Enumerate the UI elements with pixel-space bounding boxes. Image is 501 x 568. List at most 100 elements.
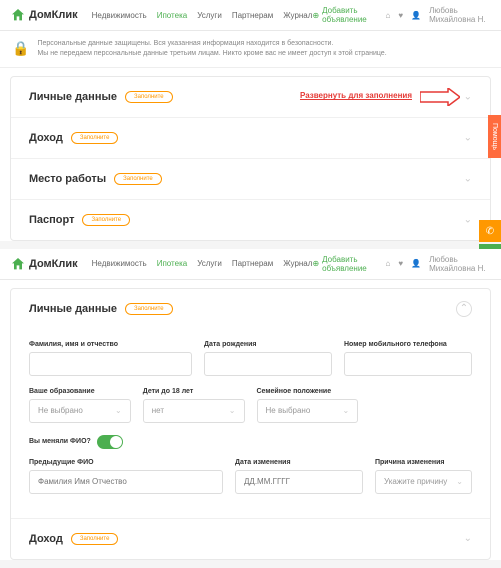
phone-icon[interactable]: ✆ <box>479 220 501 242</box>
logo-text: ДомКлик <box>29 258 78 270</box>
fill-badge: Заполните <box>71 132 119 144</box>
section-title: Место работы <box>29 173 106 185</box>
fill-badge: Заполните <box>114 173 162 185</box>
nav-services[interactable]: Услуги <box>197 259 222 268</box>
header: ДомКлик Недвижимость Ипотека Услуги Парт… <box>0 249 501 280</box>
lock-icon: 🔒 <box>12 40 29 57</box>
header-right: ⊕Добавить объявление ⌂ ♥ 👤 Любовь Михайл… <box>312 6 491 24</box>
input-change-date[interactable] <box>235 470 363 494</box>
fill-badge: Заполните <box>71 533 119 545</box>
field-fio: Фамилия, имя и отчество <box>29 341 192 376</box>
toggle-name-changed[interactable] <box>97 435 123 449</box>
chevron-down-icon: ⌄ <box>464 91 472 102</box>
help-tab[interactable]: Помощь <box>488 115 501 158</box>
field-change-date: Дата изменения <box>235 459 363 494</box>
nav-services[interactable]: Услуги <box>197 11 222 20</box>
label-marital: Семейное положение <box>257 388 359 395</box>
personal-form-card: Личные данные Заполните ⌃ Фамилия, имя и… <box>10 288 491 560</box>
sections-card: Личные данные Заполните Развернуть для з… <box>10 76 491 241</box>
nav-journal[interactable]: Журнал <box>283 259 312 268</box>
select-education[interactable]: Не выбрано⌄ <box>29 399 131 423</box>
nav-partners[interactable]: Партнерам <box>232 259 273 268</box>
section-personal[interactable]: Личные данные Заполните Развернуть для з… <box>11 77 490 118</box>
logo[interactable]: ДомКлик <box>10 256 78 272</box>
section-title: Паспорт <box>29 214 74 226</box>
chevron-down-icon: ⌄ <box>456 477 463 486</box>
nav-mortgage[interactable]: Ипотека <box>157 259 188 268</box>
select-kids[interactable]: нет⌄ <box>143 399 245 423</box>
nav-journal[interactable]: Журнал <box>283 11 312 20</box>
chevron-down-icon: ⌄ <box>343 406 350 415</box>
plus-icon: ⊕ <box>312 259 319 268</box>
chevron-down-icon: ⌄ <box>115 406 122 415</box>
section-title: Доход <box>29 533 63 545</box>
fill-badge: Заполните <box>125 303 173 315</box>
heart-icon[interactable]: ♥ <box>398 259 403 268</box>
main-nav: Недвижимость Ипотека Услуги Партнерам Жу… <box>92 11 313 20</box>
label-change-date: Дата изменения <box>235 459 363 466</box>
add-listing-link[interactable]: ⊕Добавить объявление <box>312 255 377 273</box>
nav-partners[interactable]: Партнерам <box>232 11 273 20</box>
field-reason: Причина изменения Укажите причину⌄ <box>375 459 472 494</box>
chevron-down-icon: ⌄ <box>464 132 472 143</box>
section-work[interactable]: Место работы Заполните ⌄ <box>11 159 490 200</box>
chevron-up-icon[interactable]: ⌃ <box>456 301 472 317</box>
input-phone[interactable] <box>344 352 472 376</box>
section-passport[interactable]: Паспорт Заполните ⌄ <box>11 200 490 240</box>
chevron-down-icon: ⌄ <box>464 173 472 184</box>
name-changed-row: Вы меняли ФИО? <box>29 435 472 449</box>
section-income[interactable]: Доход Заполните ⌄ <box>11 118 490 159</box>
heart-icon[interactable]: ♥ <box>398 11 403 20</box>
header: ДомКлик Недвижимость Ипотека Услуги Парт… <box>0 0 501 31</box>
field-marital: Семейное положение Не выбрано⌄ <box>257 388 359 423</box>
expand-link[interactable]: Развернуть для заполнения <box>300 91 412 101</box>
field-phone: Номер мобильного телефона <box>344 341 472 376</box>
field-education: Ваше образование Не выбрано⌄ <box>29 388 131 423</box>
nav-realty[interactable]: Недвижимость <box>92 259 147 268</box>
section-title: Доход <box>29 132 63 144</box>
fill-badge: Заполните <box>125 91 173 103</box>
label-education: Ваше образование <box>29 388 131 395</box>
section-title: Личные данные <box>29 91 117 103</box>
user-icon[interactable]: 👤 <box>411 11 421 20</box>
plus-icon: ⊕ <box>312 11 319 20</box>
label-name-changed: Вы меняли ФИО? <box>29 438 91 445</box>
logo[interactable]: ДомКлик <box>10 7 78 23</box>
home-icon[interactable]: ⌂ <box>386 259 391 268</box>
section-income[interactable]: Доход Заполните ⌄ <box>11 518 490 559</box>
house-icon <box>10 7 26 23</box>
user-icon[interactable]: 👤 <box>411 259 421 268</box>
user-name[interactable]: Любовь Михайловна Н. <box>429 255 491 273</box>
arrow-annotation-icon <box>420 88 460 106</box>
input-prev-fio[interactable] <box>29 470 223 494</box>
label-fio: Фамилия, имя и отчество <box>29 341 192 348</box>
screen-collapsed: ДомКлик Недвижимость Ипотека Услуги Парт… <box>0 0 501 241</box>
form-header[interactable]: Личные данные Заполните ⌃ <box>11 289 490 329</box>
nav-mortgage[interactable]: Ипотека <box>157 11 188 20</box>
input-fio[interactable] <box>29 352 192 376</box>
label-reason: Причина изменения <box>375 459 472 466</box>
label-prev-fio: Предыдущие ФИО <box>29 459 223 466</box>
chevron-down-icon: ⌄ <box>464 214 472 225</box>
logo-text: ДомКлик <box>29 9 78 21</box>
main-nav: Недвижимость Ипотека Услуги Партнерам Жу… <box>92 259 313 268</box>
field-dob: Дата рождения <box>204 341 332 376</box>
label-phone: Номер мобильного телефона <box>344 341 472 348</box>
field-spacer <box>370 388 472 423</box>
chevron-down-icon: ⌄ <box>229 406 236 415</box>
field-prev-fio: Предыдущие ФИО <box>29 459 223 494</box>
add-listing-link[interactable]: ⊕Добавить объявление <box>312 6 377 24</box>
home-icon[interactable]: ⌂ <box>386 11 391 20</box>
select-reason[interactable]: Укажите причину⌄ <box>375 470 472 494</box>
chevron-down-icon: ⌄ <box>464 533 472 544</box>
field-kids: Дети до 18 лет нет⌄ <box>143 388 245 423</box>
input-dob[interactable] <box>204 352 332 376</box>
select-marital[interactable]: Не выбрано⌄ <box>257 399 359 423</box>
nav-realty[interactable]: Недвижимость <box>92 11 147 20</box>
form-body: Фамилия, имя и отчество Дата рождения Но… <box>11 329 490 518</box>
security-notice: 🔒 Персональные данные защищены. Вся указ… <box>0 31 501 68</box>
screen-expanded: ДомКлик Недвижимость Ипотека Услуги Парт… <box>0 249 501 560</box>
fill-badge: Заполните <box>82 214 130 226</box>
user-name[interactable]: Любовь Михайловна Н. <box>429 6 491 24</box>
label-kids: Дети до 18 лет <box>143 388 245 395</box>
